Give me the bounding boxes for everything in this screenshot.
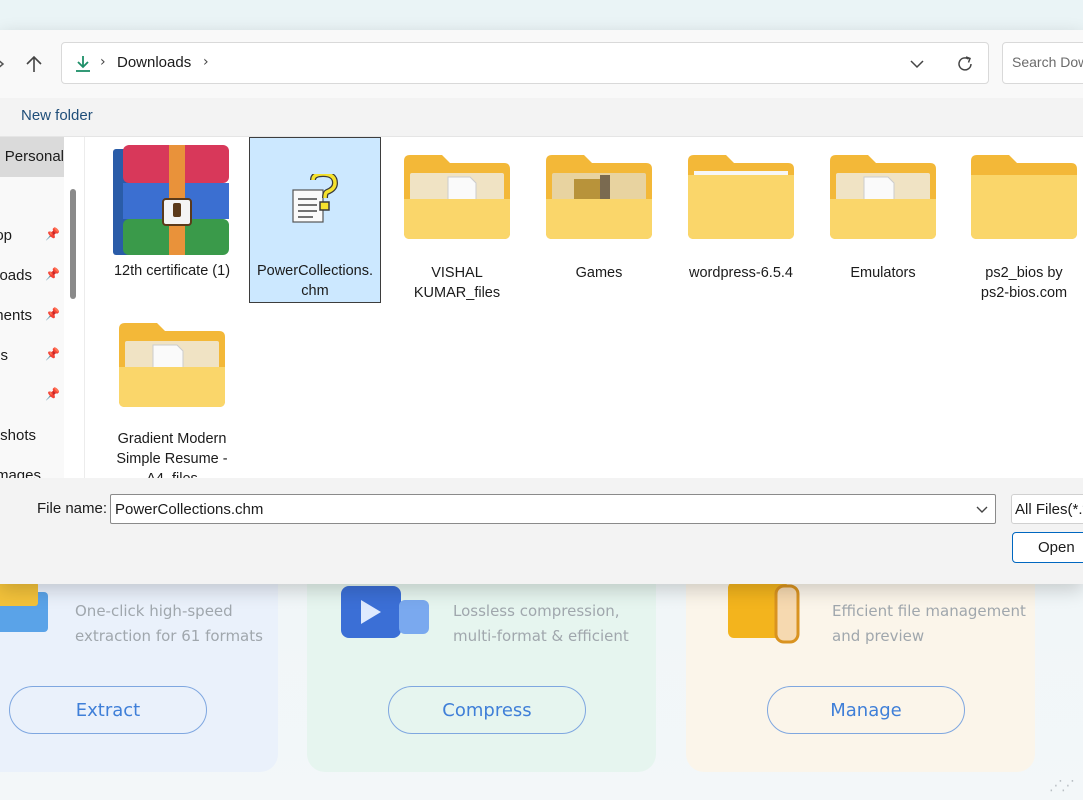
sidebar-item-pictures[interactable]: es 📌: [0, 347, 64, 369]
file-type-select[interactable]: All Files(*.*): [1011, 494, 1083, 524]
search-input[interactable]: [1012, 54, 1083, 70]
refresh-icon[interactable]: [955, 54, 975, 74]
chm-help-file-icon: [292, 174, 339, 223]
file-name: VISHAL KUMAR_files: [413, 265, 501, 301]
file-item[interactable]: Gradient Modern Simple Resume - A4_files: [106, 307, 238, 479]
compress-description: Lossless compression, multi-format & eff…: [453, 602, 629, 645]
breadcrumb-downloads[interactable]: Downloads: [117, 54, 191, 71]
breadcrumb-chevron-icon: ›: [100, 54, 106, 70]
file-item[interactable]: Games: [533, 139, 665, 299]
pin-icon: 📌: [45, 227, 60, 241]
sidebar-item-documents[interactable]: nents 📌: [0, 307, 64, 329]
folder-manage-icon: [728, 582, 800, 644]
extract-card: One-click high-speed extraction for 61 f…: [0, 560, 278, 772]
pin-icon: 📌: [45, 267, 60, 281]
folder-with-document-icon: [830, 155, 936, 239]
file-name: Games: [575, 265, 623, 281]
compress-card: Lossless compression, multi-format & eff…: [307, 560, 656, 772]
sidebar-item-pinned[interactable]: 📌: [0, 387, 64, 409]
file-name: 12th certificate (1): [113, 263, 231, 279]
file-item[interactable]: Emulators: [817, 139, 949, 299]
sidebar-item-downloads[interactable]: oads 📌: [0, 267, 64, 289]
navigation-bar: › Downloads ›: [0, 30, 1083, 98]
folder-with-document-icon: [119, 323, 225, 407]
file-name-field[interactable]: PowerCollections.chm: [110, 494, 996, 524]
dialog-footer: File name: PowerCollections.chm All File…: [0, 478, 1083, 584]
file-item[interactable]: ps2_bios by ps2-bios.com: [958, 139, 1083, 301]
compress-button[interactable]: Compress: [388, 686, 586, 734]
navigation-pane: - Personal op 📌 oads 📌 nents 📌 es 📌 📌: [0, 137, 64, 479]
chevron-down-icon[interactable]: [908, 55, 926, 73]
chevron-right-icon: [0, 60, 5, 68]
pin-icon: 📌: [45, 307, 60, 321]
file-name: Gradient Modern Simple Resume - A4_files: [116, 431, 228, 479]
file-name-value: PowerCollections.chm: [115, 501, 264, 518]
file-item[interactable]: wordpress-6.5.4: [675, 139, 807, 299]
file-type-value: All Files(*.*): [1015, 501, 1083, 518]
open-file-dialog: › Downloads › New folder - Personal op 📌: [0, 30, 1083, 584]
folder-with-document-icon: [404, 155, 510, 239]
file-item-selected[interactable]: PowerCollections.chm: [249, 137, 381, 303]
manage-card: Efficient file management and preview Ma…: [686, 560, 1035, 772]
pin-icon: 📌: [45, 387, 60, 401]
up-button[interactable]: [20, 50, 48, 78]
dialog-body: - Personal op 📌 oads 📌 nents 📌 es 📌 📌: [0, 136, 1083, 479]
file-item[interactable]: 12th certificate (1): [106, 139, 238, 299]
arrow-up-icon: [26, 55, 42, 72]
manage-button[interactable]: Manage: [767, 686, 965, 734]
folder-with-zip-icon: [546, 155, 652, 239]
manage-description: Efficient file management and preview: [832, 602, 1026, 645]
folder-icon: [688, 155, 794, 239]
winrar-archive-icon: [113, 145, 229, 255]
extract-button[interactable]: Extract: [9, 686, 207, 734]
address-bar[interactable]: › Downloads ›: [61, 42, 989, 84]
pane-divider: [84, 137, 85, 479]
file-name: PowerCollections.chm: [256, 263, 374, 299]
download-icon: [76, 56, 90, 72]
search-box[interactable]: [1002, 42, 1083, 84]
pin-icon: 📌: [45, 347, 60, 361]
sidebar-scrollbar[interactable]: [70, 189, 76, 299]
sidebar-item-onedrive-personal[interactable]: - Personal: [0, 137, 64, 177]
chevron-down-icon[interactable]: [975, 503, 989, 517]
file-name: ps2_bios by ps2-bios.com: [980, 265, 1068, 301]
sidebar-item-screenshots[interactable]: shots: [0, 427, 64, 449]
open-button[interactable]: Open: [1012, 532, 1083, 563]
extract-icon: [0, 582, 48, 632]
resize-grip-icon[interactable]: ⋰⋰: [1049, 778, 1075, 794]
forward-button[interactable]: [0, 50, 14, 78]
file-name: wordpress-6.5.4: [689, 265, 793, 281]
open-button-label: Open: [1038, 539, 1075, 556]
new-folder-button[interactable]: New folder: [21, 107, 93, 124]
file-name: Emulators: [850, 265, 916, 281]
file-item[interactable]: VISHAL KUMAR_files: [391, 139, 523, 301]
compress-icon: [341, 586, 429, 638]
command-bar: New folder: [0, 98, 1083, 136]
extract-description: One-click high-speed extraction for 61 f…: [75, 602, 263, 645]
folder-icon: [971, 155, 1077, 239]
sidebar-item-desktop[interactable]: op 📌: [0, 227, 64, 249]
breadcrumb-chevron-icon[interactable]: ›: [203, 54, 209, 70]
file-name-label: File name:: [37, 500, 108, 517]
